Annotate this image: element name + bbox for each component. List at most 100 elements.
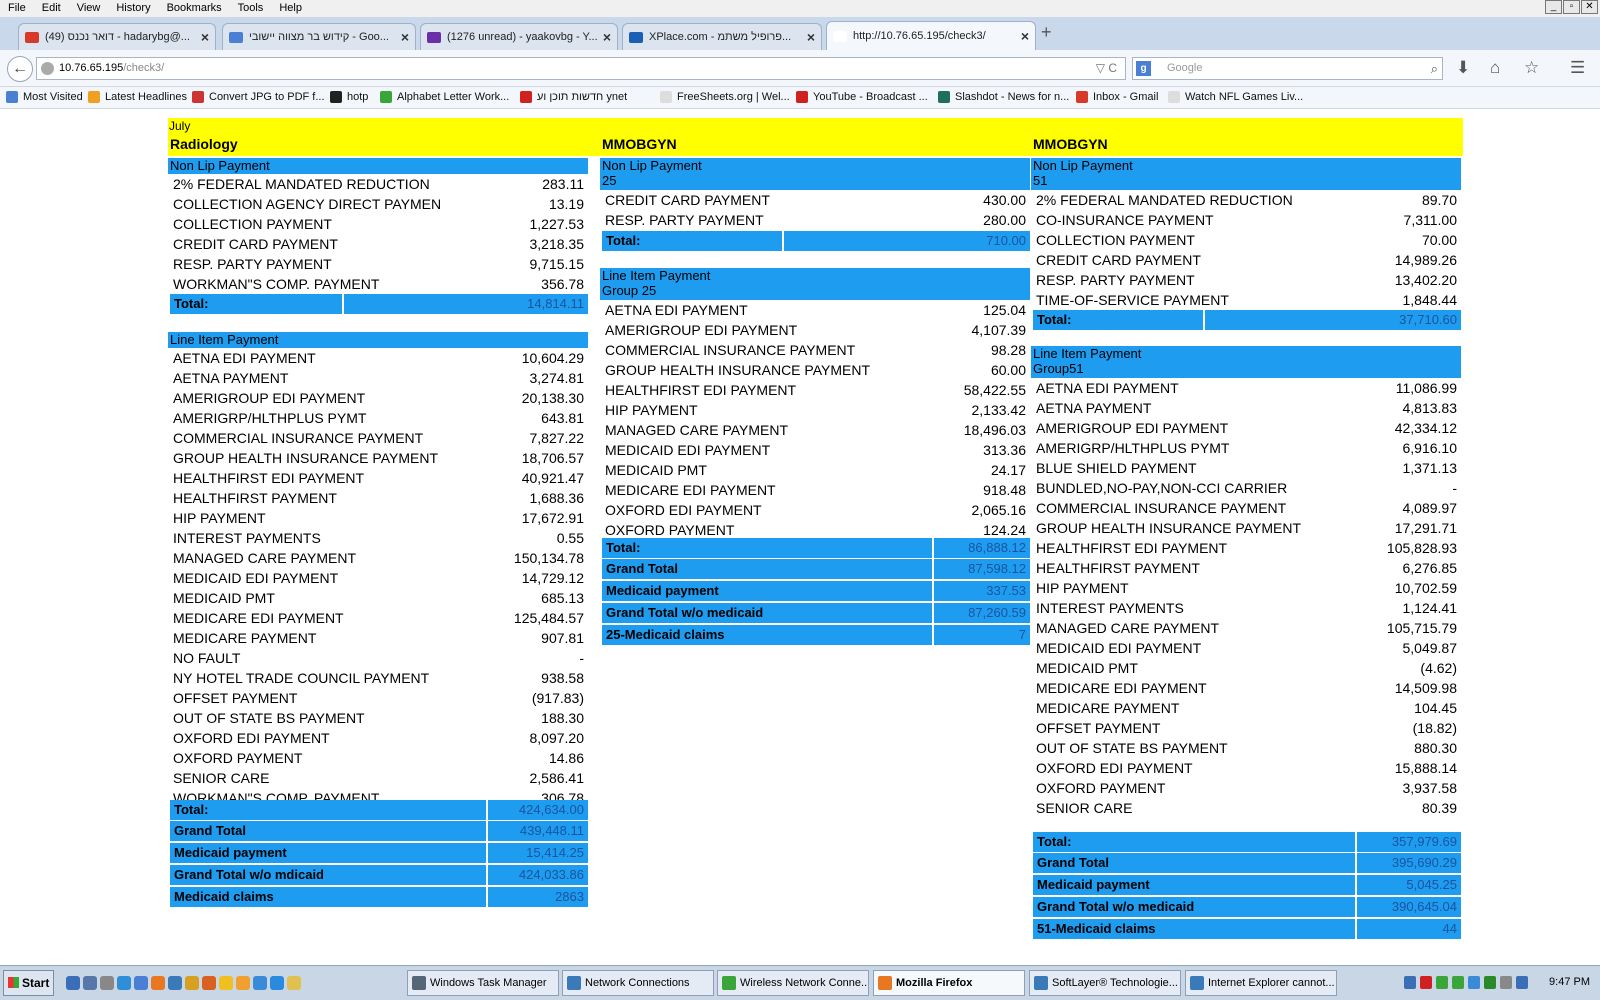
quick-launch-icon[interactable] <box>287 976 301 990</box>
row-label: COMMERCIAL INSURANCE PAYMENT <box>173 430 424 446</box>
table-row: COMMERCIAL INSURANCE PAYMENT 4,089.97 <box>1033 498 1461 518</box>
taskbar-button-label: Mozilla Firefox <box>896 977 973 989</box>
taskbar-button-softlayer-technologie[interactable]: SoftLayer® Technologie... <box>1029 970 1181 996</box>
row-value: 643.81 <box>541 410 584 426</box>
start-button[interactable]: Start <box>3 970 54 996</box>
bookmark-ynet[interactable]: חדשות תוכן וע ynet <box>520 91 627 103</box>
menu-edit[interactable]: Edit <box>34 0 69 17</box>
quick-launch-icon[interactable] <box>202 976 216 990</box>
quick-launch-icon[interactable] <box>253 976 267 990</box>
tray-icon[interactable] <box>1452 976 1464 989</box>
tab-2[interactable]: קידוש בר מצווה יישובי - Goo... × <box>222 23 416 50</box>
tray-icon[interactable] <box>1500 976 1512 989</box>
table-row: GROUP HEALTH INSURANCE PAYMENT 18,706.57 <box>170 448 588 468</box>
row-value: 17,291.71 <box>1394 520 1457 536</box>
bookmark-inbox-gmail[interactable]: Inbox - Gmail <box>1076 91 1158 103</box>
report-header-band <box>168 118 1463 156</box>
bookmark-watch-nfl-games-liv[interactable]: Watch NFL Games Liv... <box>1168 91 1303 103</box>
menu-file[interactable]: File <box>0 0 34 17</box>
summary-value: 15,414.25 <box>526 845 584 860</box>
table-row: AETNA PAYMENT 3,274.81 <box>170 368 588 388</box>
tab-close-icon[interactable]: × <box>401 29 409 45</box>
bookmark-freesheets-org-wel[interactable]: FreeSheets.org | Wel... <box>660 91 790 103</box>
address-bar[interactable]: 10.76.65.195/check3/ ▽ C <box>36 57 1126 80</box>
quick-launch-icon[interactable] <box>100 976 114 990</box>
tab-1[interactable]: דואר נכנס (49) - hadarybg@... × <box>18 23 216 50</box>
search-icon[interactable]: ⌕ <box>1431 58 1438 79</box>
menu-help[interactable]: Help <box>271 0 310 17</box>
quick-launch-icon[interactable] <box>66 976 80 990</box>
row-value: 3,218.35 <box>529 236 585 252</box>
row-value: 13,402.20 <box>1394 272 1457 288</box>
back-button[interactable]: ← <box>7 56 33 82</box>
row-label: TIME-OF-SERVICE PAYMENT <box>1036 292 1229 308</box>
url-host: 10.76.65.195 <box>59 62 124 74</box>
taskbar-button-wireless-network-conne[interactable]: Wireless Network Conne... <box>717 970 869 996</box>
row-value: 105,715.79 <box>1386 620 1457 636</box>
menu-tools[interactable]: Tools <box>230 0 272 17</box>
bookmark-most-visited[interactable]: Most Visited <box>6 91 83 103</box>
home-icon[interactable]: ⌂ <box>1490 58 1500 78</box>
bookmark-label: Inbox - Gmail <box>1093 91 1159 103</box>
quick-launch-icon[interactable] <box>185 976 199 990</box>
bookmark-alphabet-letter-work[interactable]: Alphabet Letter Work... <box>380 91 509 103</box>
bookmark-favicon-icon <box>192 91 204 103</box>
tab-4[interactable]: XPlace.com - פרופיל משתמ... × <box>622 23 822 50</box>
taskbar-button-internet-explorer-cannot[interactable]: Internet Explorer cannot... <box>1185 970 1337 996</box>
table-row: CO-INSURANCE PAYMENT 7,311.00 <box>1033 210 1461 230</box>
search-input[interactable]: g Google ⌕ <box>1132 57 1443 80</box>
tray-icon[interactable] <box>1404 976 1416 989</box>
taskbar: Start Windows Task Manager Network Connec… <box>0 965 1600 1000</box>
summary-value: 424,033.86 <box>518 867 584 882</box>
bookmark-hotp[interactable]: hotp <box>330 91 368 103</box>
quick-launch-icon[interactable] <box>168 976 182 990</box>
star-icon[interactable]: ☆ <box>1524 58 1539 78</box>
tab-close-icon[interactable]: × <box>201 29 209 45</box>
row-value: 188.30 <box>541 710 584 726</box>
download-icon[interactable]: ⬇ <box>1456 58 1470 78</box>
taskbar-button-mozilla-firefox[interactable]: Mozilla Firefox <box>873 970 1025 996</box>
tray-icon[interactable] <box>1436 976 1448 989</box>
tray-icon[interactable] <box>1420 976 1432 989</box>
summary-value: 44 <box>1442 921 1457 936</box>
bookmark-slashdot-news-for-n[interactable]: Slashdot - News for n... <box>938 91 1069 103</box>
row-label: MANAGED CARE PAYMENT <box>1036 620 1220 636</box>
restore-button[interactable]: ▫ <box>1563 0 1580 14</box>
google-icon[interactable]: g <box>1136 61 1151 76</box>
tab-5[interactable]: http://10.76.65.195/check3/ × <box>826 21 1036 50</box>
tab-label: http://10.76.65.195/check3/ <box>853 30 986 42</box>
close-window-button[interactable]: ✕ <box>1581 0 1598 14</box>
taskbar-button-network-connections[interactable]: Network Connections <box>562 970 714 996</box>
menu-icon[interactable]: ☰ <box>1570 58 1585 78</box>
site-identity-icon[interactable] <box>41 62 54 75</box>
quick-launch-icon[interactable] <box>270 976 284 990</box>
quick-launch-icon[interactable] <box>219 976 233 990</box>
quick-launch-icon[interactable] <box>134 976 148 990</box>
line-item-header: Line Item Payment Group 25 <box>600 268 1030 300</box>
quick-launch-icon[interactable] <box>151 976 165 990</box>
menu-bookmarks[interactable]: Bookmarks <box>159 0 230 17</box>
tray-icon[interactable] <box>1468 976 1480 989</box>
tray-icon[interactable] <box>1516 976 1528 989</box>
tab-close-icon[interactable]: × <box>807 29 815 45</box>
tray-icon[interactable] <box>1484 976 1496 989</box>
summary-value: 424,634.00 <box>518 802 584 817</box>
new-tab-button[interactable]: + <box>1041 22 1052 43</box>
quick-launch-icon[interactable] <box>117 976 131 990</box>
menu-view[interactable]: View <box>69 0 109 17</box>
reload-icon[interactable]: ▽ C <box>1096 58 1117 79</box>
tab-close-icon[interactable]: × <box>603 29 611 45</box>
windows-logo-icon <box>8 977 19 988</box>
tab-close-icon[interactable]: × <box>1021 28 1029 44</box>
table-row: NO FAULT - <box>170 648 588 668</box>
bookmark-convert-jpg-to-pdf-f[interactable]: Convert JPG to PDF f... <box>192 91 325 103</box>
bookmark-latest-headlines[interactable]: Latest Headlines <box>88 91 187 103</box>
bookmark-youtube-broadcast[interactable]: YouTube - Broadcast ... <box>796 91 928 103</box>
menu-history[interactable]: History <box>108 0 158 17</box>
minimize-button[interactable]: _ <box>1545 0 1562 14</box>
taskbar-button-windows-task-manager[interactable]: Windows Task Manager <box>407 970 559 996</box>
quick-launch-icon[interactable] <box>83 976 97 990</box>
row-label: MEDICAID PMT <box>173 590 275 606</box>
quick-launch-icon[interactable] <box>236 976 250 990</box>
tab-3[interactable]: (1276 unread) - yaakovbg - Y... × <box>420 23 618 50</box>
